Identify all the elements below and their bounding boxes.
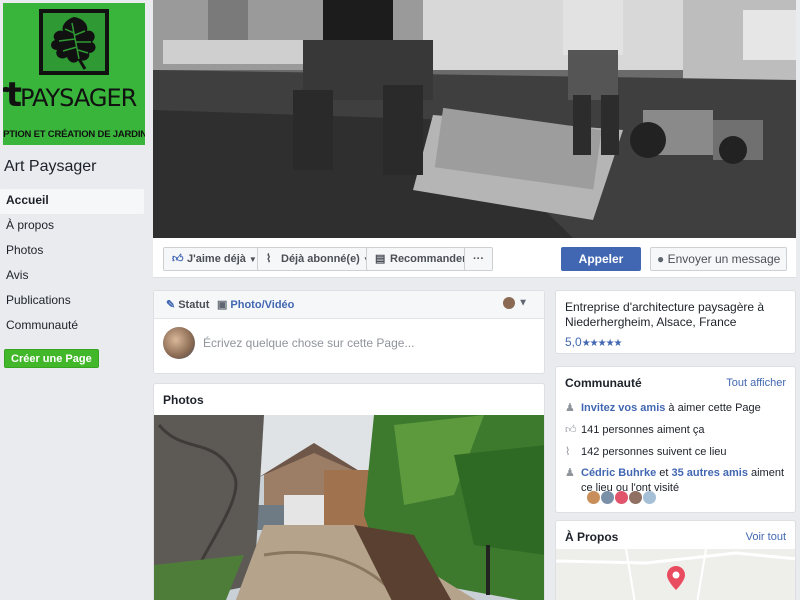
nav-item-publications[interactable]: Publications xyxy=(0,289,150,314)
friend-name-link[interactable]: Cédric Buhrke xyxy=(581,467,656,479)
user-avatar xyxy=(163,327,195,359)
about-heading[interactable]: À Propos xyxy=(565,530,618,544)
rss-icon: ⌇ xyxy=(266,253,272,265)
community-follows-row: ⌇ 142 personnes suivent ce lieu xyxy=(565,446,727,458)
community-heading[interactable]: Communauté xyxy=(565,376,642,390)
page-profile-logo[interactable]: rtPAYSAGER EPTION ET CRÉATION DE JARDINS xyxy=(3,3,145,145)
other-friends-link[interactable]: 35 autres amis xyxy=(672,467,748,479)
tab-status[interactable]: ✎ Statut xyxy=(166,298,209,311)
nav-item-communaute[interactable]: Communauté xyxy=(0,314,150,339)
rss-icon: ⌇ xyxy=(565,446,571,458)
map-pin-icon xyxy=(667,566,685,593)
page-title[interactable]: Art Paysager xyxy=(4,158,96,176)
friend-avatar[interactable] xyxy=(601,491,614,504)
location-map[interactable] xyxy=(556,548,795,600)
nav-item-accueil[interactable]: Accueil xyxy=(0,189,144,214)
post-composer: ✎ Statut ▣ Photo/Vidéo ▼ Écrivez quelque c… xyxy=(153,290,545,374)
pencil-icon: ✎ xyxy=(166,299,176,311)
nav-item-photos[interactable]: Photos xyxy=(0,239,150,264)
composer-tabs: ✎ Statut ▣ Photo/Vidéo ▼ xyxy=(154,291,544,319)
recommend-button[interactable]: ▤ Recommander xyxy=(366,247,476,271)
page-rating[interactable]: 5,0★★★★★ xyxy=(565,335,623,349)
page-avatar-icon xyxy=(503,297,516,309)
photos-heading[interactable]: Photos xyxy=(163,393,204,407)
tab-photo-video[interactable]: ▣ Photo/Vidéo xyxy=(217,298,294,311)
community-likes-row: 👍︎ 141 personnes aiment ça xyxy=(565,424,705,436)
photos-section: Photos xyxy=(153,383,545,600)
people-icon: ♟ xyxy=(565,402,575,414)
more-options-button[interactable]: ··· xyxy=(464,247,493,271)
nav-item-a-propos[interactable]: À propos xyxy=(0,214,150,239)
friend-avatar[interactable] xyxy=(615,491,628,504)
left-column: rtPAYSAGER EPTION ET CRÉATION DE JARDINS… xyxy=(0,0,150,600)
oak-leaf-icon xyxy=(39,9,109,75)
chevron-down-icon: ▼ xyxy=(248,255,257,264)
nav-item-avis[interactable]: Avis xyxy=(0,264,150,289)
cover-photo[interactable] xyxy=(153,0,796,238)
page-nav: Accueil À propos Photos Avis Publication… xyxy=(0,189,150,339)
community-invite-row: ♟ Invitez vos amis à aimer cette Page xyxy=(565,402,761,414)
call-button[interactable]: Appeler xyxy=(561,247,641,271)
create-page-button[interactable]: Créer une Page xyxy=(4,349,99,368)
chevron-down-icon: ▼ xyxy=(518,297,528,309)
about-card: À Propos Voir tout xyxy=(555,520,796,600)
camera-icon: ▣ xyxy=(217,299,228,311)
page-description: Entreprise d'architecture paysagère à Ni… xyxy=(565,300,765,329)
logo-tagline: EPTION ET CRÉATION DE JARDINS xyxy=(3,129,145,140)
friend-avatar[interactable] xyxy=(643,491,656,504)
photo-thumbnail[interactable] xyxy=(154,415,544,600)
people-icon: ♟ xyxy=(565,467,575,479)
send-message-button[interactable]: ● Envoyer un message xyxy=(650,247,787,271)
like-button[interactable]: 👍︎ J'aime déjà ▼ xyxy=(163,247,266,271)
friend-avatar[interactable] xyxy=(587,491,600,504)
thumbs-up-icon: 👍︎ xyxy=(172,253,184,265)
logo-wordmark: rtPAYSAGER xyxy=(3,75,137,115)
post-as-selector[interactable]: ▼ xyxy=(503,297,528,309)
page-action-bar: 👍︎J'aime déjà▼ ⌇Déjà abonné(e)▼ ▤Recomma… xyxy=(153,238,796,278)
page-summary-card: Entreprise d'architecture paysagère à Ni… xyxy=(555,290,796,354)
friend-avatar[interactable] xyxy=(629,491,642,504)
speech-bubble-icon: ▤ xyxy=(375,253,386,265)
community-card: Communauté Tout afficher ♟ Invitez vos am… xyxy=(555,366,796,513)
thumbs-up-icon: 👍︎ xyxy=(565,424,577,436)
friend-avatars xyxy=(587,491,657,507)
follow-button[interactable]: ⌇Déjà abonné(e)▼ xyxy=(257,247,380,271)
about-see-all-link[interactable]: Voir tout xyxy=(746,531,786,543)
messenger-icon: ● xyxy=(657,252,665,266)
community-see-all-link[interactable]: Tout afficher xyxy=(726,377,786,389)
star-rating-icon: ★★★★★ xyxy=(581,338,623,349)
composer-input[interactable]: Écrivez quelque chose sur cette Page... xyxy=(203,336,414,350)
invite-friends-link[interactable]: Invitez vos amis xyxy=(581,402,665,414)
